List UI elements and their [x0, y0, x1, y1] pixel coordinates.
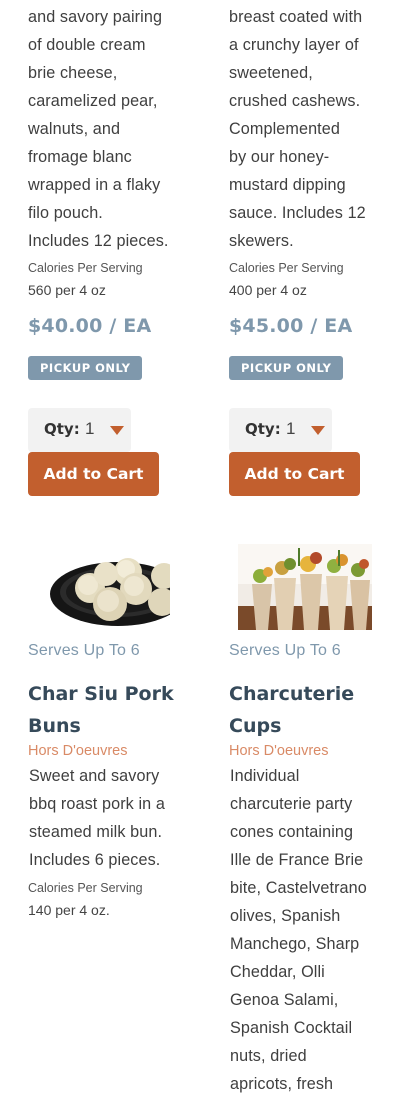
qty-label: Qty: — [44, 420, 80, 438]
calories-value: 560 per 4 oz — [28, 282, 106, 298]
qty-label: Qty: — [245, 420, 281, 438]
product-description: Individual charcuterie party cones conta… — [230, 767, 367, 1093]
calories-label: Calories Per Serving — [229, 261, 344, 275]
product-description: and savory pairing of double cream brie … — [28, 8, 169, 250]
calories-label: Calories Per Serving — [28, 881, 143, 895]
category-label: Hors D'oeuvres — [229, 743, 329, 759]
product-price: $40.00 / EA — [28, 315, 152, 337]
calories-value: 140 per 4 oz. — [28, 902, 110, 918]
quantity-select[interactable]: Qty: 1 — [28, 408, 131, 452]
serves-label: Serves Up To 6 — [28, 642, 140, 659]
qty-value: 1 — [85, 419, 95, 438]
product-description: Sweet and savory bbq roast pork in a ste… — [29, 767, 165, 869]
quantity-select[interactable]: Qty: 1 — [229, 408, 332, 452]
serves-label: Serves Up To 6 — [229, 642, 341, 659]
charcuterie-cups-image[interactable] — [238, 544, 372, 630]
qty-value: 1 — [286, 419, 296, 438]
chevron-down-icon — [110, 426, 124, 435]
product-title[interactable]: Charcuterie Cups — [229, 678, 409, 742]
product-title-line1: Char Siu Pork — [28, 683, 174, 705]
product-title-line1: Charcuterie — [229, 683, 355, 705]
calories-value: 400 per 4 oz — [229, 282, 307, 298]
char-siu-buns-image[interactable] — [36, 544, 170, 630]
chevron-down-icon — [311, 426, 325, 435]
add-to-cart-button[interactable]: Add to Cart — [28, 452, 159, 496]
add-to-cart-button[interactable]: Add to Cart — [229, 452, 360, 496]
product-title[interactable]: Char Siu Pork Buns — [28, 678, 208, 742]
pickup-only-badge: PICKUP ONLY — [229, 356, 344, 380]
category-label: Hors D'oeuvres — [28, 743, 128, 759]
pickup-only-badge: PICKUP ONLY — [28, 356, 143, 380]
calories-label: Calories Per Serving — [28, 261, 143, 275]
product-description: breast coated with a crunchy layer of sw… — [229, 8, 366, 250]
product-price: $45.00 / EA — [229, 315, 353, 337]
product-title-line2: Buns — [28, 715, 81, 737]
product-title-line2: Cups — [229, 715, 282, 737]
